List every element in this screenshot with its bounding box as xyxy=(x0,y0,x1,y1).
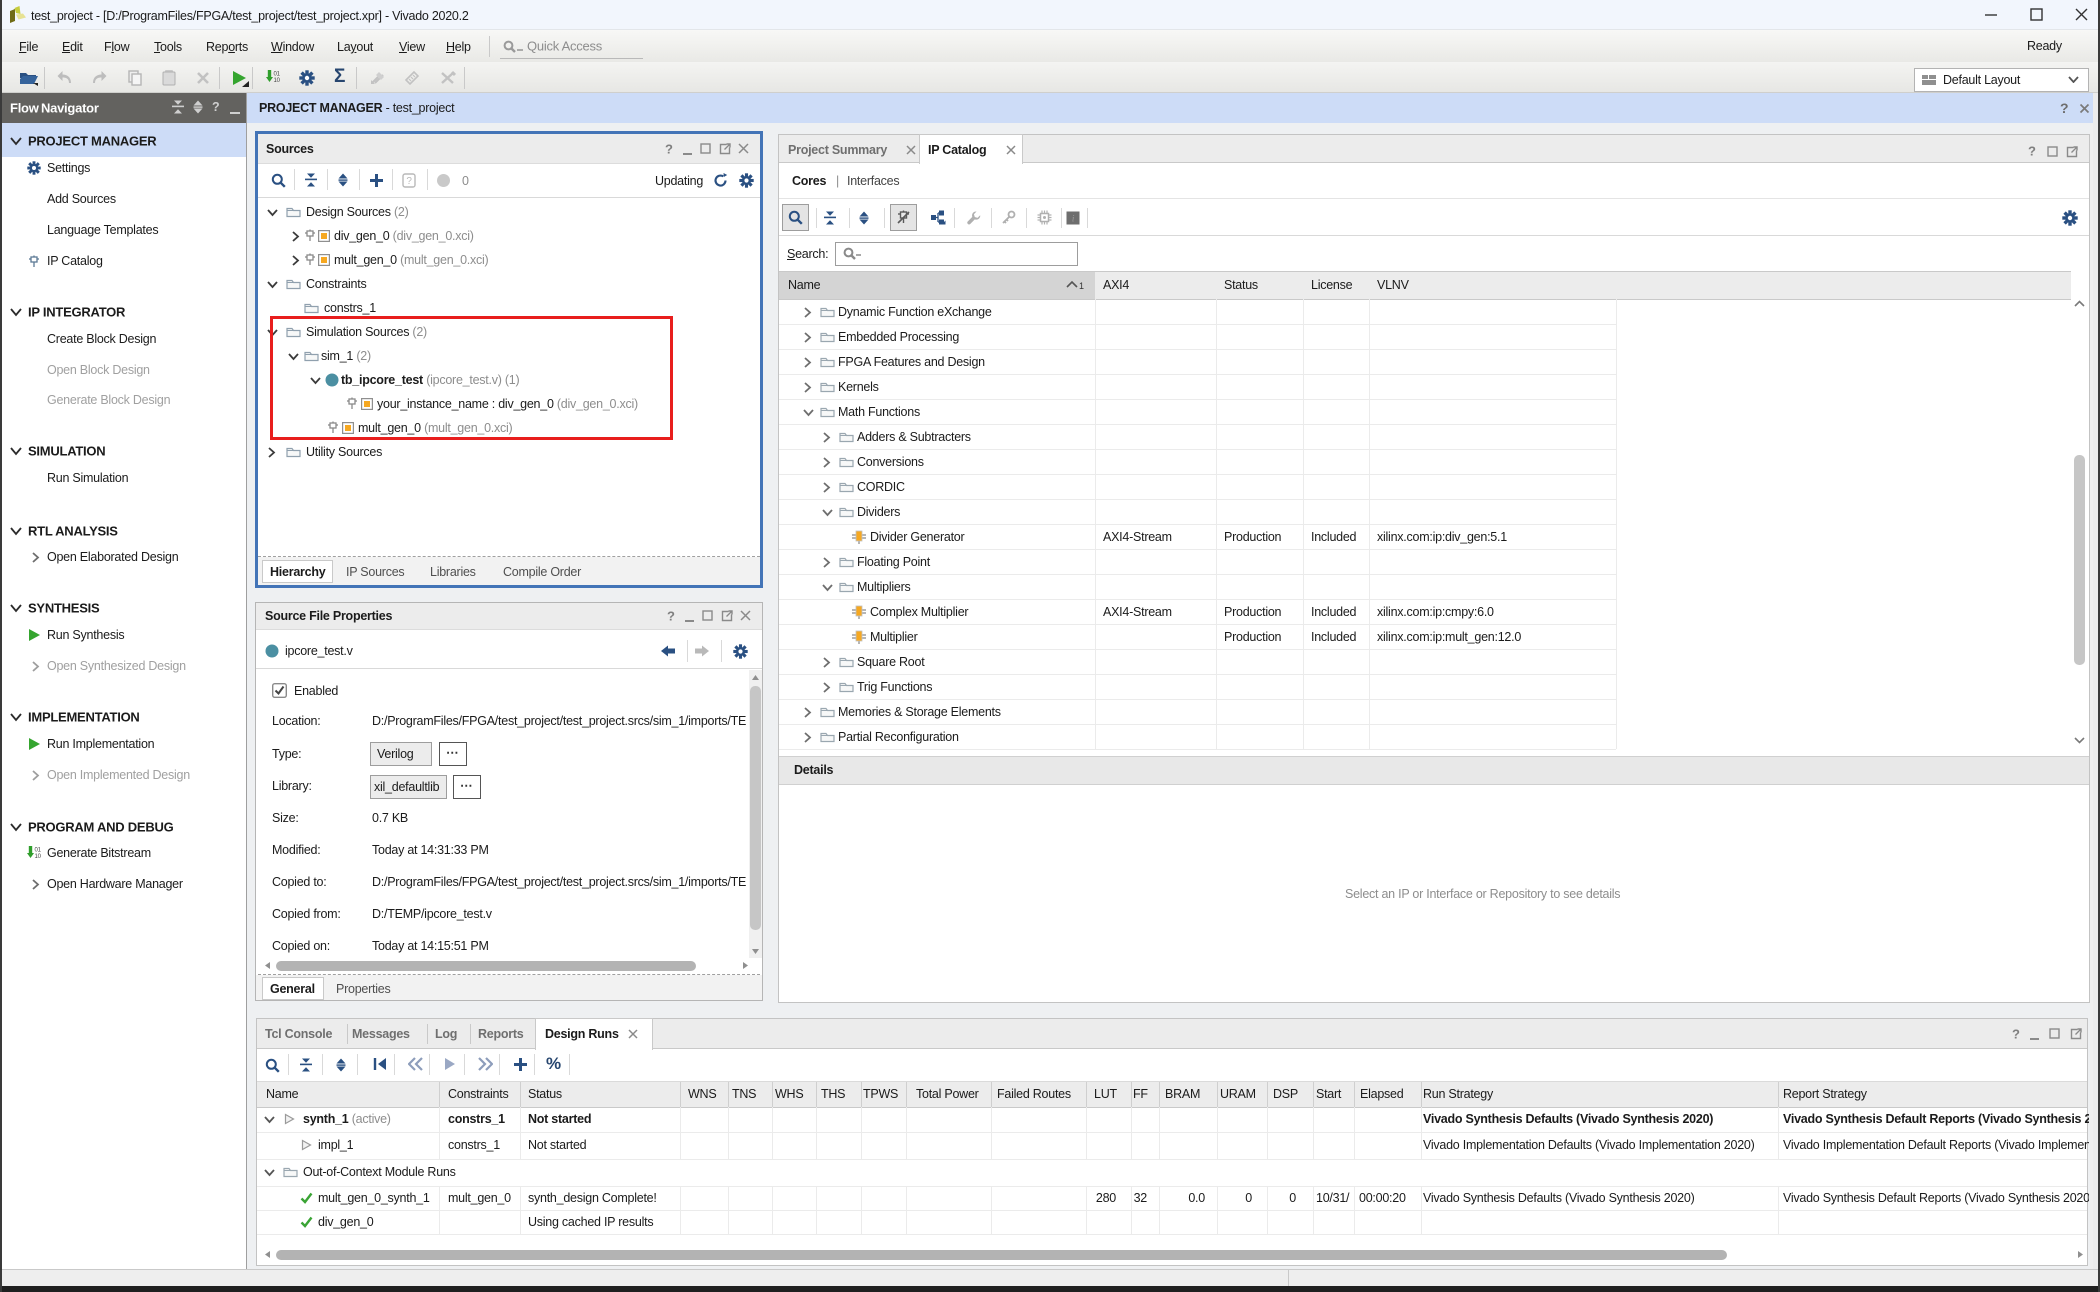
svg-text:?: ? xyxy=(406,176,412,187)
svg-text:10: 10 xyxy=(35,854,42,860)
svg-text:01: 01 xyxy=(35,848,42,854)
svg-text:10: 10 xyxy=(274,78,281,84)
svg-text:1: 1 xyxy=(1079,281,1084,291)
svg-text:01: 01 xyxy=(274,72,281,78)
